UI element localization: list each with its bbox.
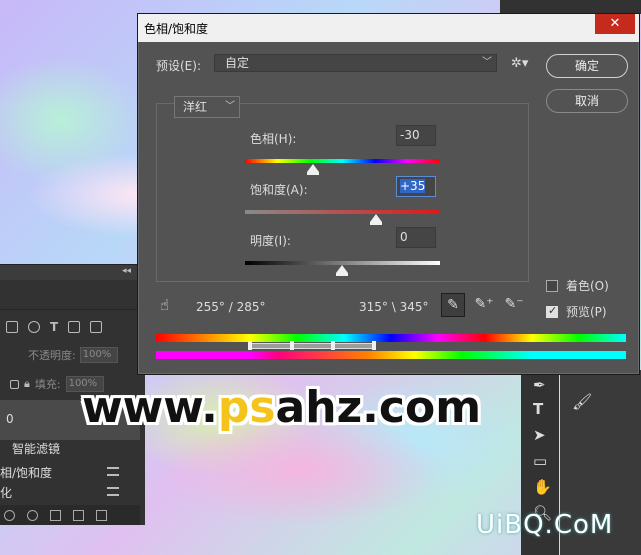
adjustment-filter-icon[interactable] bbox=[28, 321, 40, 333]
dialog-titlebar[interactable]: 色相/饱和度 ✕ bbox=[138, 14, 639, 42]
opacity-label: 不透明度: bbox=[28, 349, 76, 362]
image-filter-icon[interactable] bbox=[6, 321, 18, 333]
colorize-label: 着色(O) bbox=[566, 279, 609, 293]
hue-slider-thumb[interactable] bbox=[307, 164, 319, 175]
opacity-row: 不透明度: 100% bbox=[0, 344, 140, 366]
range-handle-right-outer[interactable] bbox=[372, 341, 376, 350]
adjustment-group bbox=[156, 103, 529, 282]
filter-options-icon-2[interactable] bbox=[107, 487, 119, 496]
hand-tool-icon[interactable]: ✋ bbox=[533, 478, 552, 496]
channel-value: 洋红 bbox=[183, 100, 208, 114]
range-left-values: 255° / 285° bbox=[196, 300, 266, 314]
preset-select[interactable]: 自定 ﹀ bbox=[214, 54, 497, 72]
text-filter-icon[interactable]: T bbox=[50, 320, 58, 334]
layers-panel-header bbox=[0, 280, 145, 310]
new-layer-icon[interactable] bbox=[73, 509, 84, 521]
range-right-values: 315° \ 345° bbox=[359, 300, 429, 314]
filter-options-icon[interactable] bbox=[107, 467, 119, 476]
panel-collapse-strip[interactable]: ◂◂ bbox=[0, 264, 145, 280]
hue-saturation-filter-item[interactable]: 相/饱和度 bbox=[0, 464, 52, 481]
layers-bottom-bar bbox=[0, 505, 140, 525]
right-panel-strip bbox=[500, 0, 641, 14]
colorize-option[interactable]: 着色(O) bbox=[546, 277, 609, 294]
layer-filter-tools: T bbox=[0, 316, 140, 338]
preview-option[interactable]: 预览(P) bbox=[546, 303, 607, 320]
hue-input[interactable]: -30 bbox=[396, 125, 436, 146]
colorize-checkbox[interactable] bbox=[546, 279, 558, 292]
pen-tool-icon[interactable]: ✒ bbox=[533, 376, 546, 394]
brush-icon[interactable]: 🖌︎ bbox=[572, 392, 592, 411]
saturation-slider-track[interactable] bbox=[245, 210, 440, 214]
add-mask-icon[interactable] bbox=[4, 509, 15, 521]
watermark-suffix: ahz.com bbox=[275, 382, 482, 433]
filter-item[interactable]: 化 bbox=[0, 484, 12, 501]
chevron-down-icon-2: ﹀ bbox=[225, 101, 235, 112]
preset-value: 自定 bbox=[225, 56, 250, 70]
output-color-bar bbox=[156, 351, 626, 359]
layer-name: 0 bbox=[6, 412, 14, 426]
cancel-button[interactable]: 取消 bbox=[546, 89, 628, 113]
close-button[interactable]: ✕ bbox=[595, 14, 635, 34]
range-handle-left-outer[interactable] bbox=[248, 341, 252, 350]
lightness-label: 明度(I): bbox=[250, 234, 291, 248]
preview-checkbox[interactable] bbox=[546, 304, 558, 318]
hue-saturation-dialog: 色相/饱和度 ✕ 预设(E): 自定 ﹀ ✲▾ 确定 取消 洋红 ﹀ 色相(H)… bbox=[137, 13, 640, 375]
fill-label: 填充: bbox=[34, 378, 61, 391]
gear-icon[interactable]: ✲▾ bbox=[511, 56, 528, 71]
opacity-input[interactable]: 100% bbox=[79, 347, 118, 363]
watermark-prefix: www. bbox=[82, 382, 218, 433]
hue-slider-track[interactable] bbox=[245, 159, 440, 163]
saturation-slider-thumb[interactable] bbox=[370, 214, 382, 225]
saturation-value: +35 bbox=[400, 179, 426, 193]
input-color-bar bbox=[156, 334, 626, 342]
trash-icon[interactable] bbox=[96, 509, 107, 521]
saturation-input[interactable]: +35 bbox=[396, 176, 436, 197]
smart-filters-label[interactable]: 智能滤镜 bbox=[12, 440, 60, 457]
dialog-title: 色相/饱和度 bbox=[144, 22, 209, 36]
range-handle-left-inner[interactable] bbox=[290, 341, 294, 350]
lightness-slider-thumb[interactable] bbox=[336, 265, 348, 276]
saturation-label: 饱和度(A): bbox=[250, 183, 308, 197]
hue-label: 色相(H): bbox=[250, 132, 297, 146]
ok-button[interactable]: 确定 bbox=[546, 54, 628, 78]
targeted-adjustment-icon[interactable]: ☝ bbox=[160, 296, 169, 314]
lightness-input[interactable]: 0 bbox=[396, 227, 436, 248]
eyedropper-add-icon[interactable]: ✎⁺ bbox=[472, 293, 496, 317]
rectangle-tool-icon[interactable]: ▭ bbox=[533, 452, 547, 470]
corner-watermark: UiBQ.CoM bbox=[476, 510, 614, 540]
watermark-text: www.psahz.com bbox=[82, 382, 481, 433]
range-handle-right-inner[interactable] bbox=[331, 341, 335, 350]
lock-icon[interactable]: 🔒︎ bbox=[24, 377, 30, 391]
eyedropper-subtract-icon[interactable]: ✎⁻ bbox=[502, 293, 526, 317]
channel-select[interactable]: 洋红 ﹀ bbox=[174, 96, 240, 118]
shape-filter-icon[interactable] bbox=[68, 321, 81, 333]
color-range-bar[interactable] bbox=[250, 343, 375, 349]
folder-icon[interactable] bbox=[50, 509, 61, 521]
collapse-arrows-icon[interactable]: ◂◂ bbox=[122, 266, 131, 276]
eyedropper-icon[interactable]: ✎ bbox=[441, 293, 465, 317]
watermark-accent: ps bbox=[217, 382, 276, 433]
type-tool-icon[interactable]: T bbox=[533, 400, 543, 418]
lock-pixels-icon[interactable] bbox=[10, 379, 19, 389]
selection-tool-icon[interactable]: ➤ bbox=[533, 426, 546, 444]
adjustment-layer-icon[interactable] bbox=[27, 509, 38, 521]
smart-object-filter-icon[interactable] bbox=[90, 321, 103, 333]
preview-label: 预览(P) bbox=[566, 305, 607, 319]
chevron-down-icon: ﹀ bbox=[482, 57, 492, 68]
preset-label: 预设(E): bbox=[156, 59, 201, 73]
